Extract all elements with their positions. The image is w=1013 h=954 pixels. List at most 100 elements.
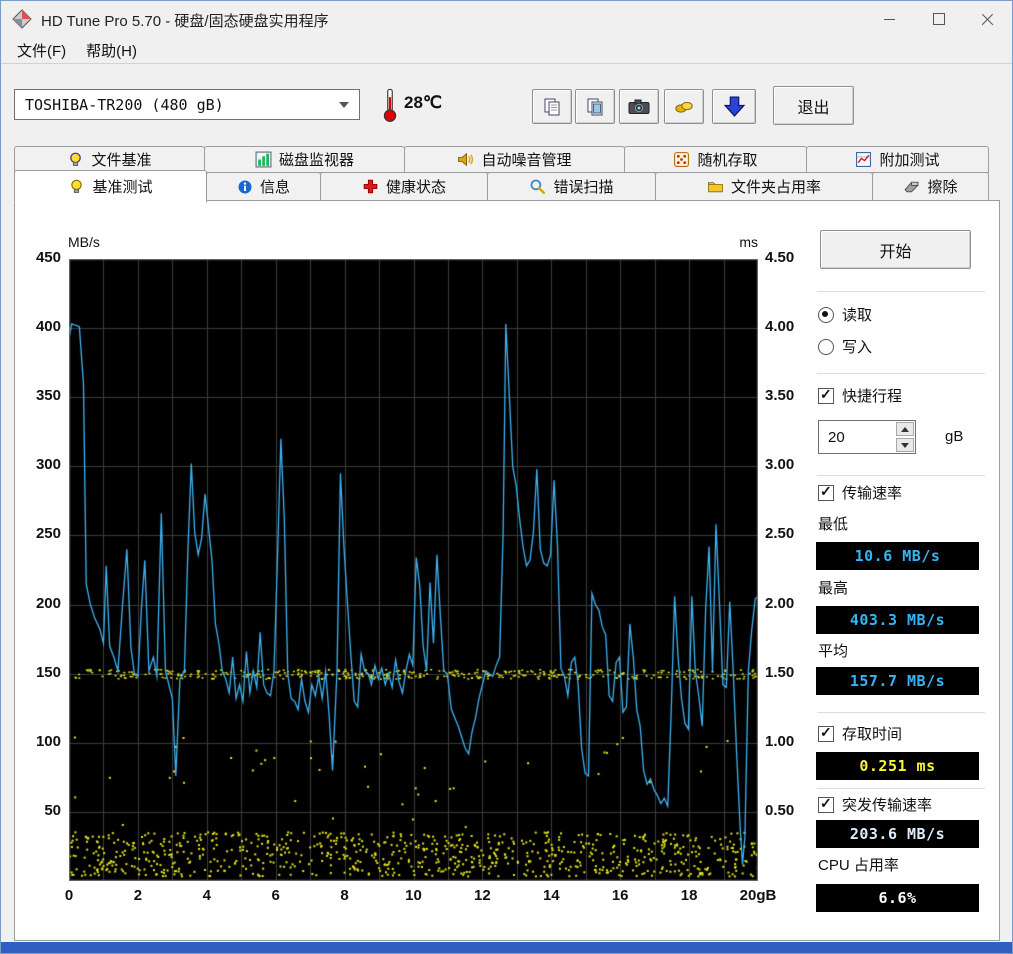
copy-image-button[interactable] — [575, 89, 615, 124]
down-arrow-icon — [901, 442, 909, 448]
temperature-readout: 28℃ — [404, 93, 443, 112]
write-radio-label: 写入 — [842, 339, 873, 356]
separator — [817, 475, 985, 476]
separator — [817, 788, 985, 789]
short-stroke-spinner[interactable]: 20 — [818, 420, 916, 454]
eraser-icon — [905, 181, 919, 193]
start-button-label: 开始 — [879, 243, 912, 261]
close-icon — [981, 13, 994, 26]
y-left-tick: 400 — [35, 318, 61, 336]
info-icon — [238, 180, 252, 193]
tab-label: 文件基准 — [91, 152, 152, 169]
y-left-tick: 350 — [35, 387, 61, 405]
aam-icon — [458, 152, 474, 167]
tab-extra-tests[interactable]: 附加测试 — [806, 146, 989, 173]
cpu-usage-label: CPU 占用率 — [818, 857, 899, 874]
burst-rate-checkbox[interactable]: 突发传输速率 — [818, 794, 932, 815]
hands-icon — [675, 101, 693, 113]
maximize-button[interactable] — [914, 1, 963, 37]
short-stroke-unit: gB — [945, 428, 964, 445]
min-display: 10.6 MB/s — [816, 542, 979, 570]
tab-disk-monitor[interactable]: 磁盘监视器 — [204, 146, 405, 173]
spin-up-button[interactable] — [896, 422, 914, 436]
spin-down-button[interactable] — [896, 438, 914, 452]
close-button[interactable] — [963, 1, 1012, 37]
y-right-tick: 0.50 — [765, 801, 795, 819]
separator — [817, 373, 985, 374]
y-left-tick: 200 — [35, 594, 61, 612]
tab-health[interactable]: 健康状态 — [320, 172, 488, 201]
tab-label: 自动噪音管理 — [481, 152, 572, 169]
tab-error-scan[interactable]: 错误扫描 — [487, 172, 656, 201]
update-download-button[interactable] — [712, 89, 756, 124]
y-right-tick: 2.00 — [765, 594, 795, 612]
tab-label: 文件夹占用率 — [730, 179, 821, 196]
x-tick: 6 — [271, 887, 280, 904]
y-right-tick: 2.50 — [765, 525, 795, 543]
y-left-tick: 300 — [35, 456, 61, 474]
y-left-tick: 50 — [44, 801, 61, 819]
x-tick: 12 — [474, 887, 491, 904]
donate-button[interactable] — [664, 89, 704, 124]
read-radio-label: 读取 — [842, 307, 873, 324]
up-arrow-icon — [901, 426, 909, 432]
folder-icon — [708, 182, 723, 193]
chevron-down-icon — [339, 101, 349, 108]
tab-label: 错误扫描 — [553, 179, 614, 196]
short-stroke-checkbox[interactable]: 快捷行程 — [818, 385, 902, 406]
write-radio[interactable]: 写入 — [818, 336, 872, 357]
menu-file[interactable]: 文件(F) — [7, 37, 76, 64]
tab-label: 基准测试 — [92, 179, 153, 196]
bottom-accent-strip — [1, 942, 1012, 953]
menu-help[interactable]: 帮助(H) — [76, 37, 147, 64]
radio-icon — [818, 338, 834, 355]
access-time-checkbox[interactable]: 存取时间 — [818, 723, 902, 744]
x-tick: 10 — [405, 887, 422, 904]
avg-value: 157.7 MB/s — [849, 672, 946, 690]
tab-info[interactable]: 信息 — [206, 172, 321, 201]
tab-erase[interactable]: 擦除 — [872, 172, 989, 201]
avg-display: 157.7 MB/s — [816, 667, 979, 695]
tab-random-access[interactable]: 随机存取 — [624, 146, 807, 173]
y-left-tick: 250 — [35, 525, 61, 543]
window-controls — [865, 1, 1012, 37]
health-cross-icon — [363, 179, 378, 194]
tab-file-benchmark[interactable]: 文件基准 — [14, 146, 205, 173]
tab-aam[interactable]: 自动噪音管理 — [404, 146, 625, 173]
short-stroke-value: 20 — [828, 428, 845, 446]
hdtune-logo-icon — [12, 9, 32, 29]
thermometer-icon — [383, 88, 397, 122]
benchmark-chart — [69, 259, 758, 881]
minimize-button[interactable] — [865, 1, 914, 37]
copy-image-icon — [587, 98, 603, 115]
y-left-tick: 150 — [35, 663, 61, 681]
radio-icon — [818, 306, 834, 323]
exit-button[interactable]: 退出 — [773, 86, 854, 125]
x-tick: 20gB — [739, 887, 777, 904]
y-left-tick: 450 — [35, 249, 61, 266]
screenshot-button[interactable] — [619, 89, 659, 124]
random-access-icon — [674, 152, 690, 167]
y-right-tick: 1.50 — [765, 663, 795, 681]
checkbox-icon — [818, 483, 834, 501]
copy-text-button[interactable] — [532, 89, 572, 124]
tab-label: 健康状态 — [385, 179, 446, 196]
copy-text-icon — [544, 98, 560, 115]
exit-button-label: 退出 — [797, 99, 830, 117]
x-tick: 16 — [611, 887, 629, 904]
tab-folder-usage[interactable]: 文件夹占用率 — [655, 172, 873, 201]
start-button[interactable]: 开始 — [820, 230, 971, 269]
tab-benchmark[interactable]: 基准测试 — [14, 170, 207, 203]
x-tick: 0 — [64, 887, 74, 904]
read-radio[interactable]: 读取 — [818, 304, 872, 325]
access-time-display: 0.251 ms — [816, 752, 979, 780]
y-right-tick: 3.50 — [765, 387, 795, 405]
avg-label: 平均 — [818, 643, 849, 660]
disk-monitor-icon — [255, 151, 272, 168]
drive-selector-value: TOSHIBA-TR200 (480 gB) — [25, 95, 224, 114]
min-value: 10.6 MB/s — [854, 547, 941, 565]
tab-label: 信息 — [259, 179, 290, 196]
transfer-rate-checkbox[interactable]: 传输速率 — [818, 482, 902, 503]
drive-selector[interactable]: TOSHIBA-TR200 (480 gB) — [14, 89, 360, 120]
burst-rate-display: 203.6 MB/s — [816, 820, 979, 848]
